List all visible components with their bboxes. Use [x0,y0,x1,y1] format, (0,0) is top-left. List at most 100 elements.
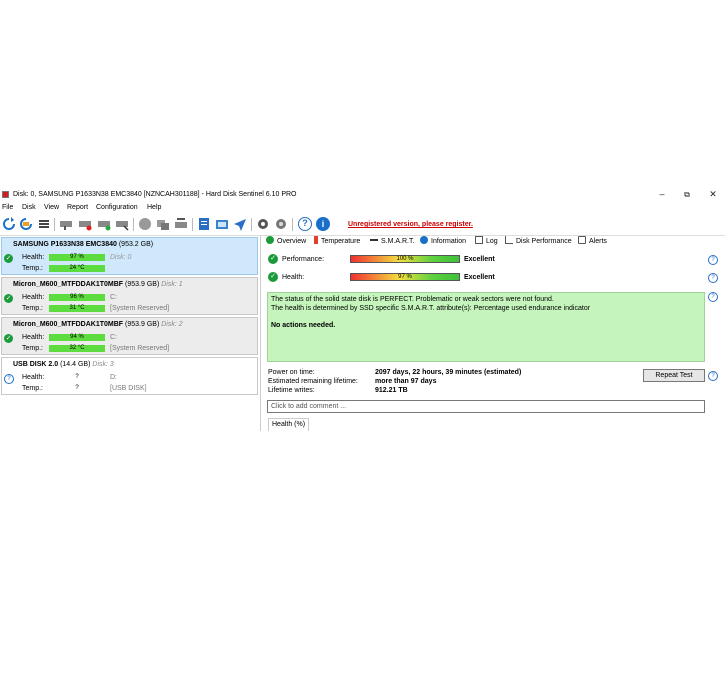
app-window: Disk: 0, SAMSUNG P1633N38 EMC3840 [NZNCA… [0,187,725,431]
tab-label: Temperature [321,238,361,245]
unknown-status-icon: ? [4,374,14,384]
log-icon [475,236,483,244]
tab-health-chart[interactable]: Health (%) [268,418,310,431]
menu-disk[interactable]: Disk [22,204,36,211]
alerts-gear-icon[interactable] [274,217,288,231]
ok-check-icon: ✓ [4,294,13,303]
health-gauge: 97 % [350,273,460,281]
maximize-button[interactable]: ⧉ [677,188,697,201]
disk-title: Micron_M600_MTFDDAK1T0MBF (953.9 GB) Dis… [13,321,183,328]
volume-note: [USB DISK] [110,385,147,392]
health-label: Health: [22,374,45,381]
disk-size: (14.4 GB) [60,361,91,368]
menu-list-icon[interactable] [37,217,51,231]
toolbar-separator [292,218,293,231]
details-panel: Overview Temperature S.M.A.R.T. Informat… [262,236,725,431]
drive-letter: C: [110,294,117,301]
temp-bar: 31 °C [49,305,105,312]
actions-text: No actions needed. [271,322,336,329]
menu-view[interactable]: View [44,204,59,211]
refresh-icon[interactable] [2,217,16,231]
health-grade: Excellent [464,274,495,281]
tab-label: Information [431,238,467,245]
menu-report[interactable]: Report [67,204,88,211]
health-bar: 96 % [49,294,105,301]
menu-help[interactable]: Help [147,204,161,211]
disk-settings-icon[interactable] [97,217,111,231]
disk-number: Disk: 3 [92,361,114,368]
performance-grade: Excellent [464,256,495,263]
disk-number: Disk: 2 [161,321,183,328]
ok-check-icon: ✓ [4,254,13,263]
health-bar: ? [75,374,79,380]
notes-icon[interactable] [197,217,211,231]
temp-label: Temp.: [22,265,44,272]
tab-label: Disk Performance [516,238,572,245]
disk-erase-icon[interactable] [115,217,129,231]
disk-copy-icon[interactable] [156,217,170,231]
menu-configuration[interactable]: Configuration [96,204,138,211]
close-button[interactable]: ✕ [703,188,723,201]
tab-temperature[interactable]: Temperature [314,236,360,248]
unregistered-link[interactable]: Unregistered version, please register. [348,221,473,228]
toolbar-separator [192,218,193,231]
disk-test-icon[interactable] [59,217,73,231]
tab-label: Overview [277,238,307,245]
configuration-gear-icon[interactable] [256,217,270,231]
power-on-value: 2097 days, 22 hours, 39 minutes (estimat… [375,369,522,376]
disk-entry[interactable]: Micron_M600_MTFDDAK1T0MBF (953.9 GB) Dis… [1,277,258,315]
send-report-icon[interactable] [233,217,247,231]
power-on-label: Power on time: [268,369,315,376]
help-icon[interactable]: ? [708,273,718,283]
tab-disk-performance[interactable]: Disk Performance [505,236,572,248]
temp-bar: 24 °C [49,265,105,272]
menu-bar: File Disk View Report Configuration Help [0,203,725,213]
drive-letter: C: [110,334,117,341]
help-icon[interactable]: ? [708,292,718,302]
health-label: Health: [22,254,45,261]
info-icon [420,236,428,244]
minimize-button[interactable]: – [652,188,672,201]
health-bar: 94 % [49,334,105,341]
repeat-test-button[interactable]: Repeat Test [643,369,705,382]
tab-alerts[interactable]: Alerts [578,236,607,248]
app-icon [2,191,9,198]
disk-size: (953.2 GB) [118,241,154,248]
disk-name: USB DISK 2.0 [13,361,59,368]
disk-gray-icon[interactable] [138,217,152,231]
window-title: Disk: 0, SAMSUNG P1633N38 EMC3840 [NZNCA… [13,191,297,198]
menu-file[interactable]: File [2,204,13,211]
disk-name: Micron_M600_MTFDDAK1T0MBF [13,281,124,288]
help-icon[interactable]: ? [298,217,312,231]
remaining-value: more than 97 days [375,378,437,385]
writes-label: Lifetime writes: [268,387,315,394]
comment-input[interactable]: Click to add comment ... [267,400,705,413]
tab-log[interactable]: Log [475,236,498,248]
disk-entry[interactable]: USB DISK 2.0 (14.4 GB) Disk: 3 ? Health:… [1,357,258,395]
disk-entry[interactable]: Micron_M600_MTFDDAK1T0MBF (953.9 GB) Dis… [1,317,258,355]
info-icon[interactable]: i [316,217,330,231]
refresh-all-icon[interactable] [19,217,33,231]
health-label: Health: [282,274,305,281]
disk-surface-icon[interactable] [78,217,92,231]
title-bar: Disk: 0, SAMSUNG P1633N38 EMC3840 [NZNCA… [0,187,725,202]
health-label: Health: [22,334,45,341]
performance-label: Performance: [282,256,325,263]
drive-letter: D: [110,374,117,381]
tab-information[interactable]: Information [420,236,466,248]
disk-reinitialize-icon[interactable] [174,217,188,231]
temp-label: Temp.: [22,345,44,352]
tab-label: S.M.A.R.T. [381,238,415,245]
tab-overview[interactable]: Overview [266,236,307,248]
disk-title: SAMSUNG P1633N38 EMC3840 (953.2 GB) [13,241,153,248]
tab-smart[interactable]: S.M.A.R.T. [370,236,414,248]
toolbar: ? i Unregistered version, please registe… [0,214,725,236]
health-check-icon: ✓ [268,272,278,282]
help-icon[interactable]: ? [708,255,718,265]
help-icon[interactable]: ? [708,371,718,381]
temp-label: Temp.: [22,385,44,392]
disk-entry[interactable]: SAMSUNG P1633N38 EMC3840 (953.2 GB) ✓ He… [1,237,258,275]
health-bar: 97 % [49,254,105,261]
drive-info-icon[interactable] [215,217,229,231]
toolbar-separator [54,218,55,231]
